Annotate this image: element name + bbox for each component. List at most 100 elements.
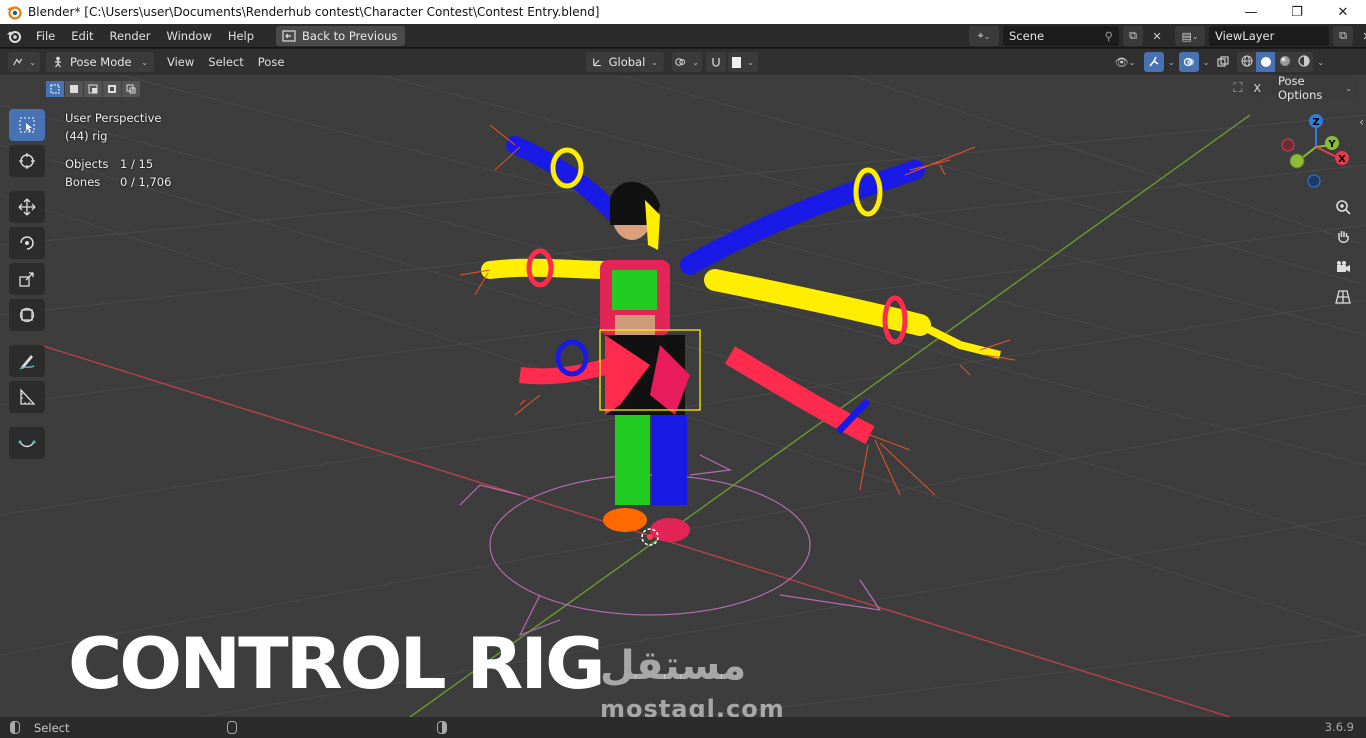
finger-bones: [459, 124, 1016, 496]
rendered-shading-icon[interactable]: [1294, 54, 1313, 70]
scene-name: Scene: [1009, 29, 1045, 43]
visibility-eye-icon[interactable]: 👁 ⌄: [1110, 52, 1140, 72]
shading-modes: [1237, 52, 1314, 72]
status-bar: Select 3.6.9: [0, 717, 1366, 738]
viewlayer-name: ViewLayer: [1215, 29, 1275, 43]
mode-label: Pose Mode: [70, 55, 132, 69]
material-shading-icon[interactable]: [1275, 55, 1294, 70]
rotate-tool-icon[interactable]: [9, 227, 45, 259]
gizmo-y-label: Y: [1327, 139, 1336, 150]
navigation-gizmo[interactable]: Z Y X: [1276, 111, 1356, 191]
viewport-editor-icon: [13, 58, 23, 66]
back-icon: [282, 29, 296, 42]
character-body: [599, 181, 701, 546]
overlay-toggle-icon[interactable]: [1178, 52, 1199, 72]
pan-hand-icon[interactable]: [1330, 224, 1356, 250]
close-button[interactable]: ✕: [1320, 0, 1366, 24]
transform-tool-icon[interactable]: [9, 299, 45, 331]
pose-options-label: Pose Options: [1278, 75, 1323, 102]
objects-key: Objects: [65, 157, 109, 171]
move-tool-icon[interactable]: [9, 191, 45, 223]
sidebar-toggle-icon[interactable]: ‹: [1359, 115, 1364, 129]
camera-icon[interactable]: [1330, 254, 1356, 280]
orientation-icon: [593, 58, 601, 67]
minimize-button[interactable]: —: [1228, 0, 1274, 24]
select-invert-icon[interactable]: [103, 81, 121, 97]
snap-target-dropdown[interactable]: ⌄: [728, 52, 758, 72]
back-to-previous-button[interactable]: Back to Previous: [276, 25, 406, 46]
scene-field[interactable]: Scene ⚲: [1003, 26, 1119, 46]
mode-dropdown[interactable]: Pose Mode ⌄: [46, 52, 154, 72]
snap-icon[interactable]: [706, 52, 726, 72]
overlay-dropdown-icon[interactable]: ⌄: [1203, 58, 1210, 67]
measure-tool-icon[interactable]: [9, 381, 45, 413]
scale-tool-icon[interactable]: [9, 263, 45, 295]
pose-mode-icon: [55, 56, 61, 68]
remove-viewlayer-icon[interactable]: ✕: [1357, 26, 1366, 46]
objects-value: 1 / 15: [120, 157, 154, 171]
zoom-icon[interactable]: [1330, 194, 1356, 220]
scene-browse-icon[interactable]: ⌖ ⌄: [969, 26, 999, 46]
bones-key: Bones: [65, 175, 101, 189]
status-select-label: Select: [34, 720, 70, 735]
blender-logo-icon: [7, 6, 22, 20]
menu-render[interactable]: Render: [102, 24, 159, 48]
selection-mode-buttons: [46, 81, 140, 97]
window-title: Blender* [C:\Users\user\Documents\Render…: [28, 5, 600, 19]
remove-scene-icon[interactable]: ✕: [1147, 26, 1167, 46]
select-extend-icon[interactable]: [65, 81, 83, 97]
3d-viewport[interactable]: User Perspective (44) rig Objects 1 / 15 …: [0, 75, 1366, 717]
pose-options-dropdown[interactable]: Pose Options ⌄: [1272, 75, 1358, 102]
editor-type-dropdown[interactable]: ⌄: [8, 52, 40, 72]
transform-orientation-dropdown[interactable]: Global ⌄: [586, 52, 664, 72]
blender-menu-icon[interactable]: [0, 24, 28, 48]
select-new-icon[interactable]: [46, 81, 64, 97]
new-scene-icon[interactable]: ⧉: [1123, 26, 1143, 46]
annotate-tool-icon[interactable]: [9, 345, 45, 377]
version-label: 3.6.9: [1324, 720, 1354, 734]
select-box-tool-icon[interactable]: [9, 109, 45, 141]
menu-edit[interactable]: Edit: [63, 24, 101, 48]
pivot-icon: [675, 58, 686, 66]
viewlayer-field[interactable]: ViewLayer: [1209, 26, 1329, 46]
cursor-tool-icon[interactable]: [9, 145, 45, 177]
gizmo-z-label: Z: [1312, 117, 1319, 128]
viewlayer-browse-icon[interactable]: ▤ ⌄: [1175, 26, 1205, 46]
shading-dropdown-icon[interactable]: ⌄: [1317, 58, 1324, 67]
viewport-header: ⌄ Pose Mode ⌄ View Select Pose Global ⌄ …: [0, 49, 1366, 75]
gizmo-toggle-icon[interactable]: [1144, 52, 1164, 72]
watermark-arabic: مستقل: [600, 643, 747, 689]
menu-pose[interactable]: Pose: [251, 55, 292, 69]
solid-shading-icon[interactable]: [1256, 52, 1276, 72]
tool-shelf: [9, 109, 47, 459]
mouse-middle-icon: [227, 721, 238, 734]
wireframe-shading-icon[interactable]: [1237, 55, 1256, 70]
menu-help[interactable]: Help: [220, 24, 262, 48]
perspective-grid-icon[interactable]: [1330, 284, 1356, 310]
menu-file[interactable]: File: [28, 24, 63, 48]
viewport-right-controls: 👁 ⌄ ⌄ ⌄ ⌄: [1110, 52, 1324, 72]
scene-canvas: [0, 75, 1366, 717]
pose-relax-tool-icon[interactable]: [9, 427, 45, 459]
select-intersect-icon[interactable]: [122, 81, 140, 97]
gizmo-x-label: X: [1338, 154, 1346, 165]
gizmo-dropdown-icon[interactable]: ⌄: [1168, 58, 1175, 67]
back-label: Back to Previous: [302, 28, 398, 43]
window-titlebar: Blender* [C:\Users\user\Documents\Render…: [0, 0, 1366, 24]
mirror-x-toggle[interactable]: X: [1248, 79, 1266, 97]
pin-icon[interactable]: ⚲: [1105, 29, 1113, 43]
perspective-label: User Perspective: [65, 111, 162, 125]
scene-selector-group: ⌖⌄ Scene ⚲ ⧉ ✕ ▤⌄ ViewLayer ⧉ ✕: [969, 26, 1366, 46]
maximize-button[interactable]: ❐: [1274, 0, 1320, 24]
mirror-options-icon[interactable]: ⛶: [1233, 81, 1242, 96]
mouse-left-icon: [10, 721, 20, 734]
top-menubar: File Edit Render Window Help Back to Pre…: [0, 24, 1366, 48]
menu-window[interactable]: Window: [158, 24, 219, 48]
control-rig-banner: CONTROL RIG: [68, 623, 606, 705]
select-subtract-icon[interactable]: [84, 81, 102, 97]
menu-select[interactable]: Select: [201, 55, 250, 69]
pivot-dropdown[interactable]: ⌄: [672, 52, 702, 72]
xray-toggle-icon[interactable]: [1213, 52, 1233, 72]
new-viewlayer-icon[interactable]: ⧉: [1333, 26, 1353, 46]
menu-view[interactable]: View: [160, 55, 201, 69]
